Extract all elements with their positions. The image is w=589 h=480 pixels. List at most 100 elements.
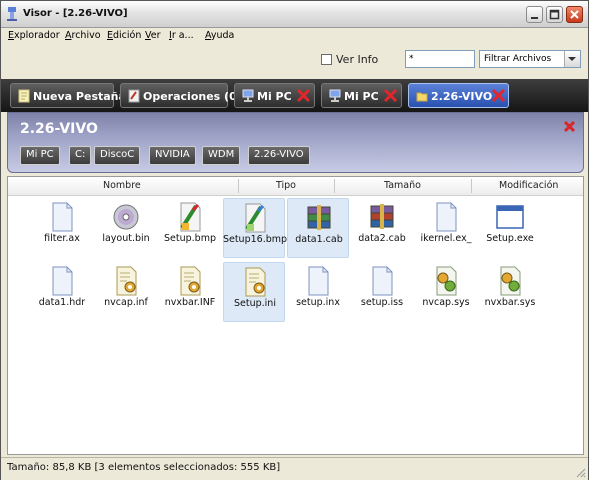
archive-icon — [370, 204, 394, 229]
folder-icon — [416, 92, 428, 102]
bitmap-image-icon — [180, 202, 201, 232]
maximize-button[interactable] — [546, 6, 563, 23]
maximize-icon — [549, 9, 560, 20]
minimize-button[interactable] — [526, 6, 543, 23]
breadcrumb-2-26-vivo[interactable]: 2.26-VIVO — [248, 146, 310, 165]
file-item[interactable]: nvcap.sys — [415, 262, 477, 322]
tab-operaciones[interactable]: Operaciones (0) — [120, 83, 242, 108]
tab-label: Mi PC — [257, 90, 292, 103]
resize-grip-icon[interactable] — [576, 468, 586, 478]
file-name: ikernel.ex_ — [420, 233, 472, 244]
menu-ayuda[interactable]: Ayuda — [205, 30, 234, 41]
file-name: data2.cab — [358, 233, 406, 244]
file-name: layout.bin — [102, 233, 150, 244]
disc-image-icon — [113, 204, 139, 230]
file-item[interactable]: nvcap.inf — [95, 262, 157, 322]
file-item[interactable]: nvxbar.sys — [479, 262, 541, 322]
settings-file-icon — [245, 267, 266, 297]
breadcrumb-wdm[interactable]: WDM — [202, 146, 241, 165]
file-name: nvcap.inf — [104, 297, 148, 308]
status-bar: Tamaño: 85,8 KB [3 elementos seleccionad… — [1, 457, 588, 480]
breadcrumb-mi-pc[interactable]: Mi PC — [20, 146, 60, 165]
blank-file-icon — [372, 266, 393, 296]
tab-mi-pc-1[interactable]: Mi PC — [234, 83, 315, 108]
filter-select-value: Filtrar Archivos — [484, 54, 552, 64]
tab-label: Operaciones (0) — [143, 90, 242, 103]
blank-file-icon — [52, 266, 73, 296]
menu-bar: Explorador Archivo Edición Ver Ir a... A… — [1, 28, 588, 45]
blank-file-icon — [308, 266, 329, 296]
application-icon — [496, 205, 524, 229]
close-tab-icon[interactable] — [295, 87, 312, 104]
computer-icon — [242, 89, 254, 102]
breadcrumb-discoc[interactable]: DiscoC — [94, 146, 141, 165]
status-text: Tamaño: 85,8 KB [3 elementos seleccionad… — [7, 462, 281, 473]
settings-file-icon — [180, 266, 201, 296]
app-window: Visor - [2.26-VIVO] Explorador Archivo E… — [0, 0, 589, 480]
blank-file-icon — [436, 202, 457, 232]
breadcrumb-c[interactable]: C: — [69, 146, 92, 165]
archive-icon — [307, 205, 331, 230]
column-separator[interactable] — [334, 179, 335, 193]
breadcrumb-nvidia[interactable]: NVIDIA — [149, 146, 196, 165]
file-item[interactable]: Setup16.bmp — [223, 198, 287, 258]
computer-icon — [329, 89, 341, 102]
app-icon — [7, 7, 17, 21]
menu-archivo[interactable]: Archivo — [65, 30, 101, 41]
tab-strip: Nueva Pestaña Operaciones (0) Mi PC Mi P… — [1, 79, 588, 112]
column-tipo[interactable]: Tipo — [276, 180, 296, 191]
file-name: filter.ax — [44, 233, 80, 244]
tab-nueva-pestana[interactable]: Nueva Pestaña — [10, 83, 126, 108]
file-item[interactable]: layout.bin — [95, 198, 157, 258]
file-item[interactable]: Setup.bmp — [159, 198, 221, 258]
column-separator[interactable] — [471, 179, 472, 193]
filter-input[interactable] — [405, 50, 475, 68]
close-tab-icon[interactable] — [490, 87, 507, 104]
menu-ver[interactable]: Ver — [145, 30, 161, 41]
file-item[interactable]: Setup.ini — [223, 262, 285, 322]
file-item[interactable]: setup.iss — [351, 262, 413, 322]
filter-select[interactable]: Filtrar Archivos — [479, 50, 581, 68]
file-item[interactable]: Setup.exe — [479, 198, 541, 258]
title-bar[interactable]: Visor - [2.26-VIVO] — [1, 1, 588, 28]
column-nombre[interactable]: Nombre — [103, 180, 141, 191]
column-tamano[interactable]: Tamaño — [384, 180, 421, 191]
show-info-checkbox[interactable] — [321, 54, 332, 65]
chevron-down-icon[interactable] — [564, 51, 580, 67]
file-name: Setup.exe — [486, 233, 534, 244]
file-name: nvcap.sys — [422, 297, 470, 308]
file-name: setup.iss — [360, 297, 404, 308]
tab-mi-pc-2[interactable]: Mi PC — [321, 83, 402, 108]
path-panel: 2.26-VIVO Mi PC C: DiscoC NVIDIA WDM 2.2… — [7, 112, 584, 173]
close-window-button[interactable] — [566, 6, 583, 23]
window-title: Visor - [2.26-VIVO] — [23, 8, 128, 19]
file-name: setup.inx — [296, 297, 340, 308]
tab-2-26-vivo[interactable]: 2.26-VIVO — [408, 83, 509, 108]
minimize-icon — [531, 17, 538, 19]
file-name: data1.hdr — [38, 297, 86, 308]
menu-ir-a[interactable]: Ir a... — [169, 30, 194, 41]
column-modificacion[interactable]: Modificación — [499, 180, 558, 191]
file-name: Setup16.bmp — [222, 234, 288, 245]
close-tab-icon[interactable] — [382, 87, 399, 104]
path-title: 2.26-VIVO — [20, 121, 98, 137]
file-item[interactable]: setup.inx — [287, 262, 349, 322]
close-icon[interactable] — [563, 120, 576, 133]
toolbar: Ver Info Filtrar Archivos — [1, 45, 588, 75]
operations-icon — [128, 89, 140, 103]
file-item[interactable]: ikernel.ex_ — [415, 198, 477, 258]
file-item[interactable]: filter.ax — [31, 198, 93, 258]
system-file-icon — [500, 266, 521, 296]
file-list: Nombre Tipo Tamaño Modificación filter.a… — [7, 176, 584, 455]
file-item[interactable]: data2.cab — [351, 198, 413, 258]
new-tab-icon — [18, 89, 30, 103]
column-separator[interactable] — [238, 179, 239, 193]
system-file-icon — [436, 266, 457, 296]
column-header: Nombre Tipo Tamaño Modificación — [8, 177, 583, 196]
file-item[interactable]: nvxbar.INF — [159, 262, 221, 322]
menu-edicion[interactable]: Edición — [107, 30, 141, 41]
close-icon — [570, 10, 579, 19]
menu-explorador[interactable]: Explorador — [8, 30, 60, 41]
file-item[interactable]: data1.hdr — [31, 262, 93, 322]
file-item[interactable]: data1.cab — [287, 198, 349, 258]
